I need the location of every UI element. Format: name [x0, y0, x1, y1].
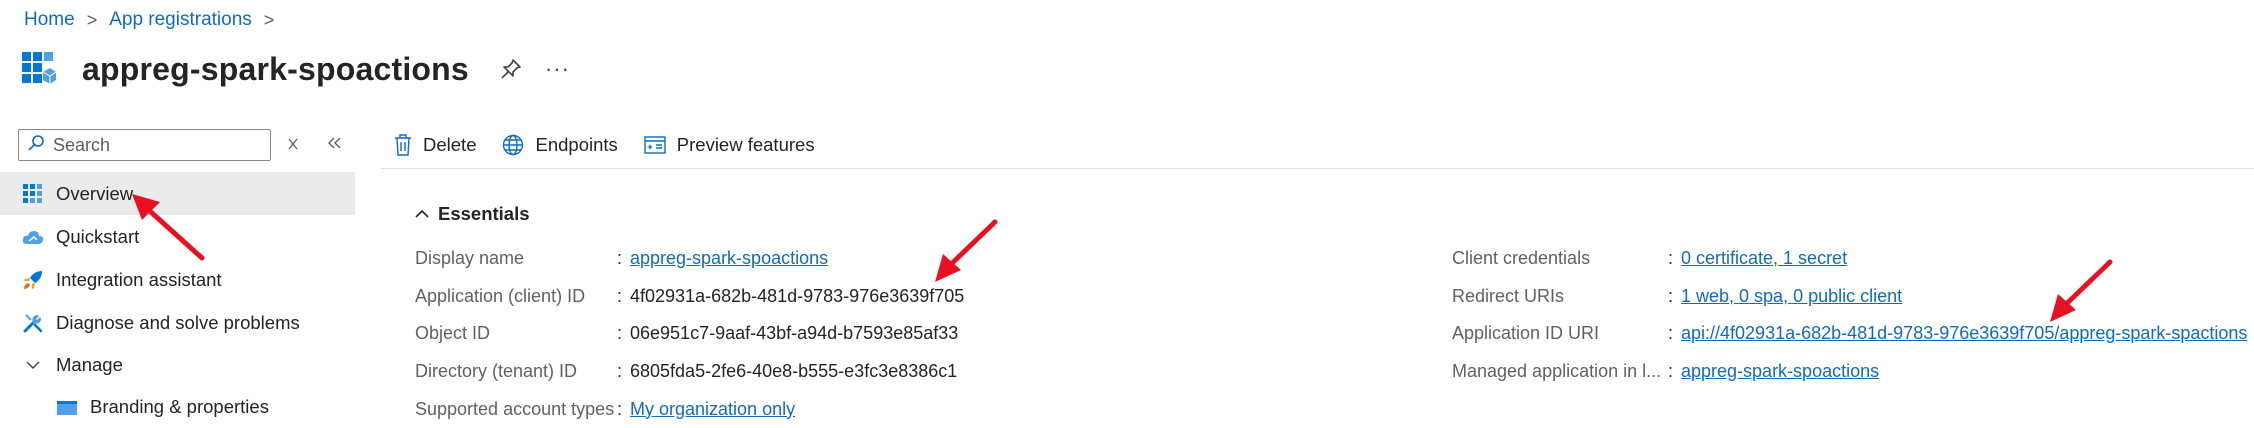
delete-button[interactable]: Delete	[394, 134, 476, 156]
property-colon: :	[1668, 285, 1674, 306]
cloud-icon	[22, 226, 44, 248]
search-input[interactable]	[53, 134, 253, 156]
property-label: Directory (tenant) ID	[415, 360, 578, 381]
property-colon: :	[617, 285, 623, 306]
property-label: Display name	[415, 247, 525, 268]
redirect-uris-link[interactable]: 1 web, 0 spa, 0 public client	[1681, 286, 1902, 307]
trash-icon	[395, 134, 411, 156]
app-id-uri-link[interactable]: api://4f02931a-682b-481d-9783-976e3639f7…	[1681, 323, 2247, 344]
rocket-icon	[22, 269, 44, 291]
tenant-id-value: 6805fda5-2fe6-40e8-b555-e3fc3e8386c1	[630, 360, 958, 381]
page-title: appreg-spark-spoactions	[82, 50, 469, 87]
sidebar-item-label: Diagnose and solve problems	[56, 311, 300, 333]
search-box[interactable]	[18, 129, 271, 161]
sidebar-item-diagnose[interactable]: Diagnose and solve problems	[0, 301, 355, 344]
property-colon: :	[1668, 322, 1674, 343]
object-id-value: 06e951c7-9aaf-43bf-a94d-b7593e85af33	[630, 322, 959, 343]
property-label: Object ID	[415, 322, 491, 343]
clear-search-icon[interactable]	[286, 134, 300, 157]
property-colon: :	[617, 322, 623, 343]
annotation-arrow	[2050, 259, 2113, 322]
property-colon: :	[1668, 247, 1674, 268]
search-icon	[27, 134, 45, 157]
app-registration-icon	[22, 52, 57, 86]
managed-app-link[interactable]: appreg-spark-spoactions	[1681, 361, 1879, 382]
property-colon: :	[617, 247, 623, 268]
breadcrumb-separator: >	[263, 9, 275, 30]
overview-grid-icon	[22, 183, 44, 205]
breadcrumb-separator: >	[86, 9, 98, 30]
endpoints-label: Endpoints	[535, 134, 618, 155]
chevron-down-icon	[22, 354, 44, 376]
sidebar-item-label: Branding & properties	[90, 395, 269, 417]
pin-icon[interactable]	[499, 57, 523, 81]
property-label: Supported account types	[415, 398, 615, 419]
wrench-icon	[22, 312, 44, 334]
account-types-link[interactable]: My organization only	[630, 399, 795, 420]
breadcrumb-home[interactable]: Home	[24, 9, 75, 31]
display-name-link[interactable]: appreg-spark-spoactions	[630, 248, 828, 269]
property-label: Managed application in l...	[1452, 360, 1662, 381]
chevron-up-icon	[415, 209, 429, 218]
property-label: Application (client) ID	[415, 285, 586, 306]
toolbar-divider	[381, 168, 2254, 169]
property-colon: :	[617, 360, 623, 381]
property-label: Client credentials	[1452, 247, 1591, 268]
collapse-sidebar-icon[interactable]	[326, 131, 342, 157]
property-colon: :	[1668, 360, 1674, 381]
property-colon: :	[617, 398, 623, 419]
breadcrumb-app-registrations[interactable]: App registrations	[109, 9, 252, 31]
annotation-arrow	[132, 194, 205, 261]
property-tenant-id: Directory (tenant) ID : 6805fda5-2fe6-40…	[415, 358, 1115, 384]
property-managed-app: Managed application in l... : appreg-spa…	[1452, 358, 2242, 384]
more-options-icon[interactable]: ···	[545, 58, 570, 80]
command-bar: Delete Endpoints Preview features	[394, 129, 841, 161]
essentials-toggle[interactable]: Essentials	[414, 203, 530, 225]
endpoints-button[interactable]: Endpoints	[502, 134, 618, 156]
client-id-value: 4f02931a-682b-481d-9783-976e3639f705	[630, 285, 965, 306]
globe-icon	[503, 134, 524, 156]
preview-features-button[interactable]: Preview features	[644, 134, 815, 156]
annotation-arrow	[935, 219, 998, 282]
property-label: Redirect URIs	[1452, 285, 1565, 306]
page-header: appreg-spark-spoactions ···	[22, 44, 570, 94]
preview-features-icon	[644, 136, 666, 154]
sidebar-item-label: Manage	[56, 353, 123, 375]
preview-features-label: Preview features	[676, 134, 815, 155]
sidebar-item-branding[interactable]: Branding & properties	[0, 385, 355, 428]
property-account-types: Supported account types : My organizatio…	[415, 396, 1115, 422]
branding-icon	[56, 396, 78, 418]
client-credentials-link[interactable]: 0 certificate, 1 secret	[1681, 248, 1847, 269]
property-label: Application ID URI	[1452, 322, 1600, 343]
sidebar-item-label: Integration assistant	[56, 268, 222, 290]
property-object-id: Object ID : 06e951c7-9aaf-43bf-a94d-b759…	[415, 320, 1115, 346]
delete-label: Delete	[423, 134, 477, 155]
sidebar-group-manage[interactable]: Manage	[0, 343, 355, 386]
breadcrumb: Home > App registrations >	[24, 8, 286, 32]
essentials-heading: Essentials	[438, 203, 530, 224]
